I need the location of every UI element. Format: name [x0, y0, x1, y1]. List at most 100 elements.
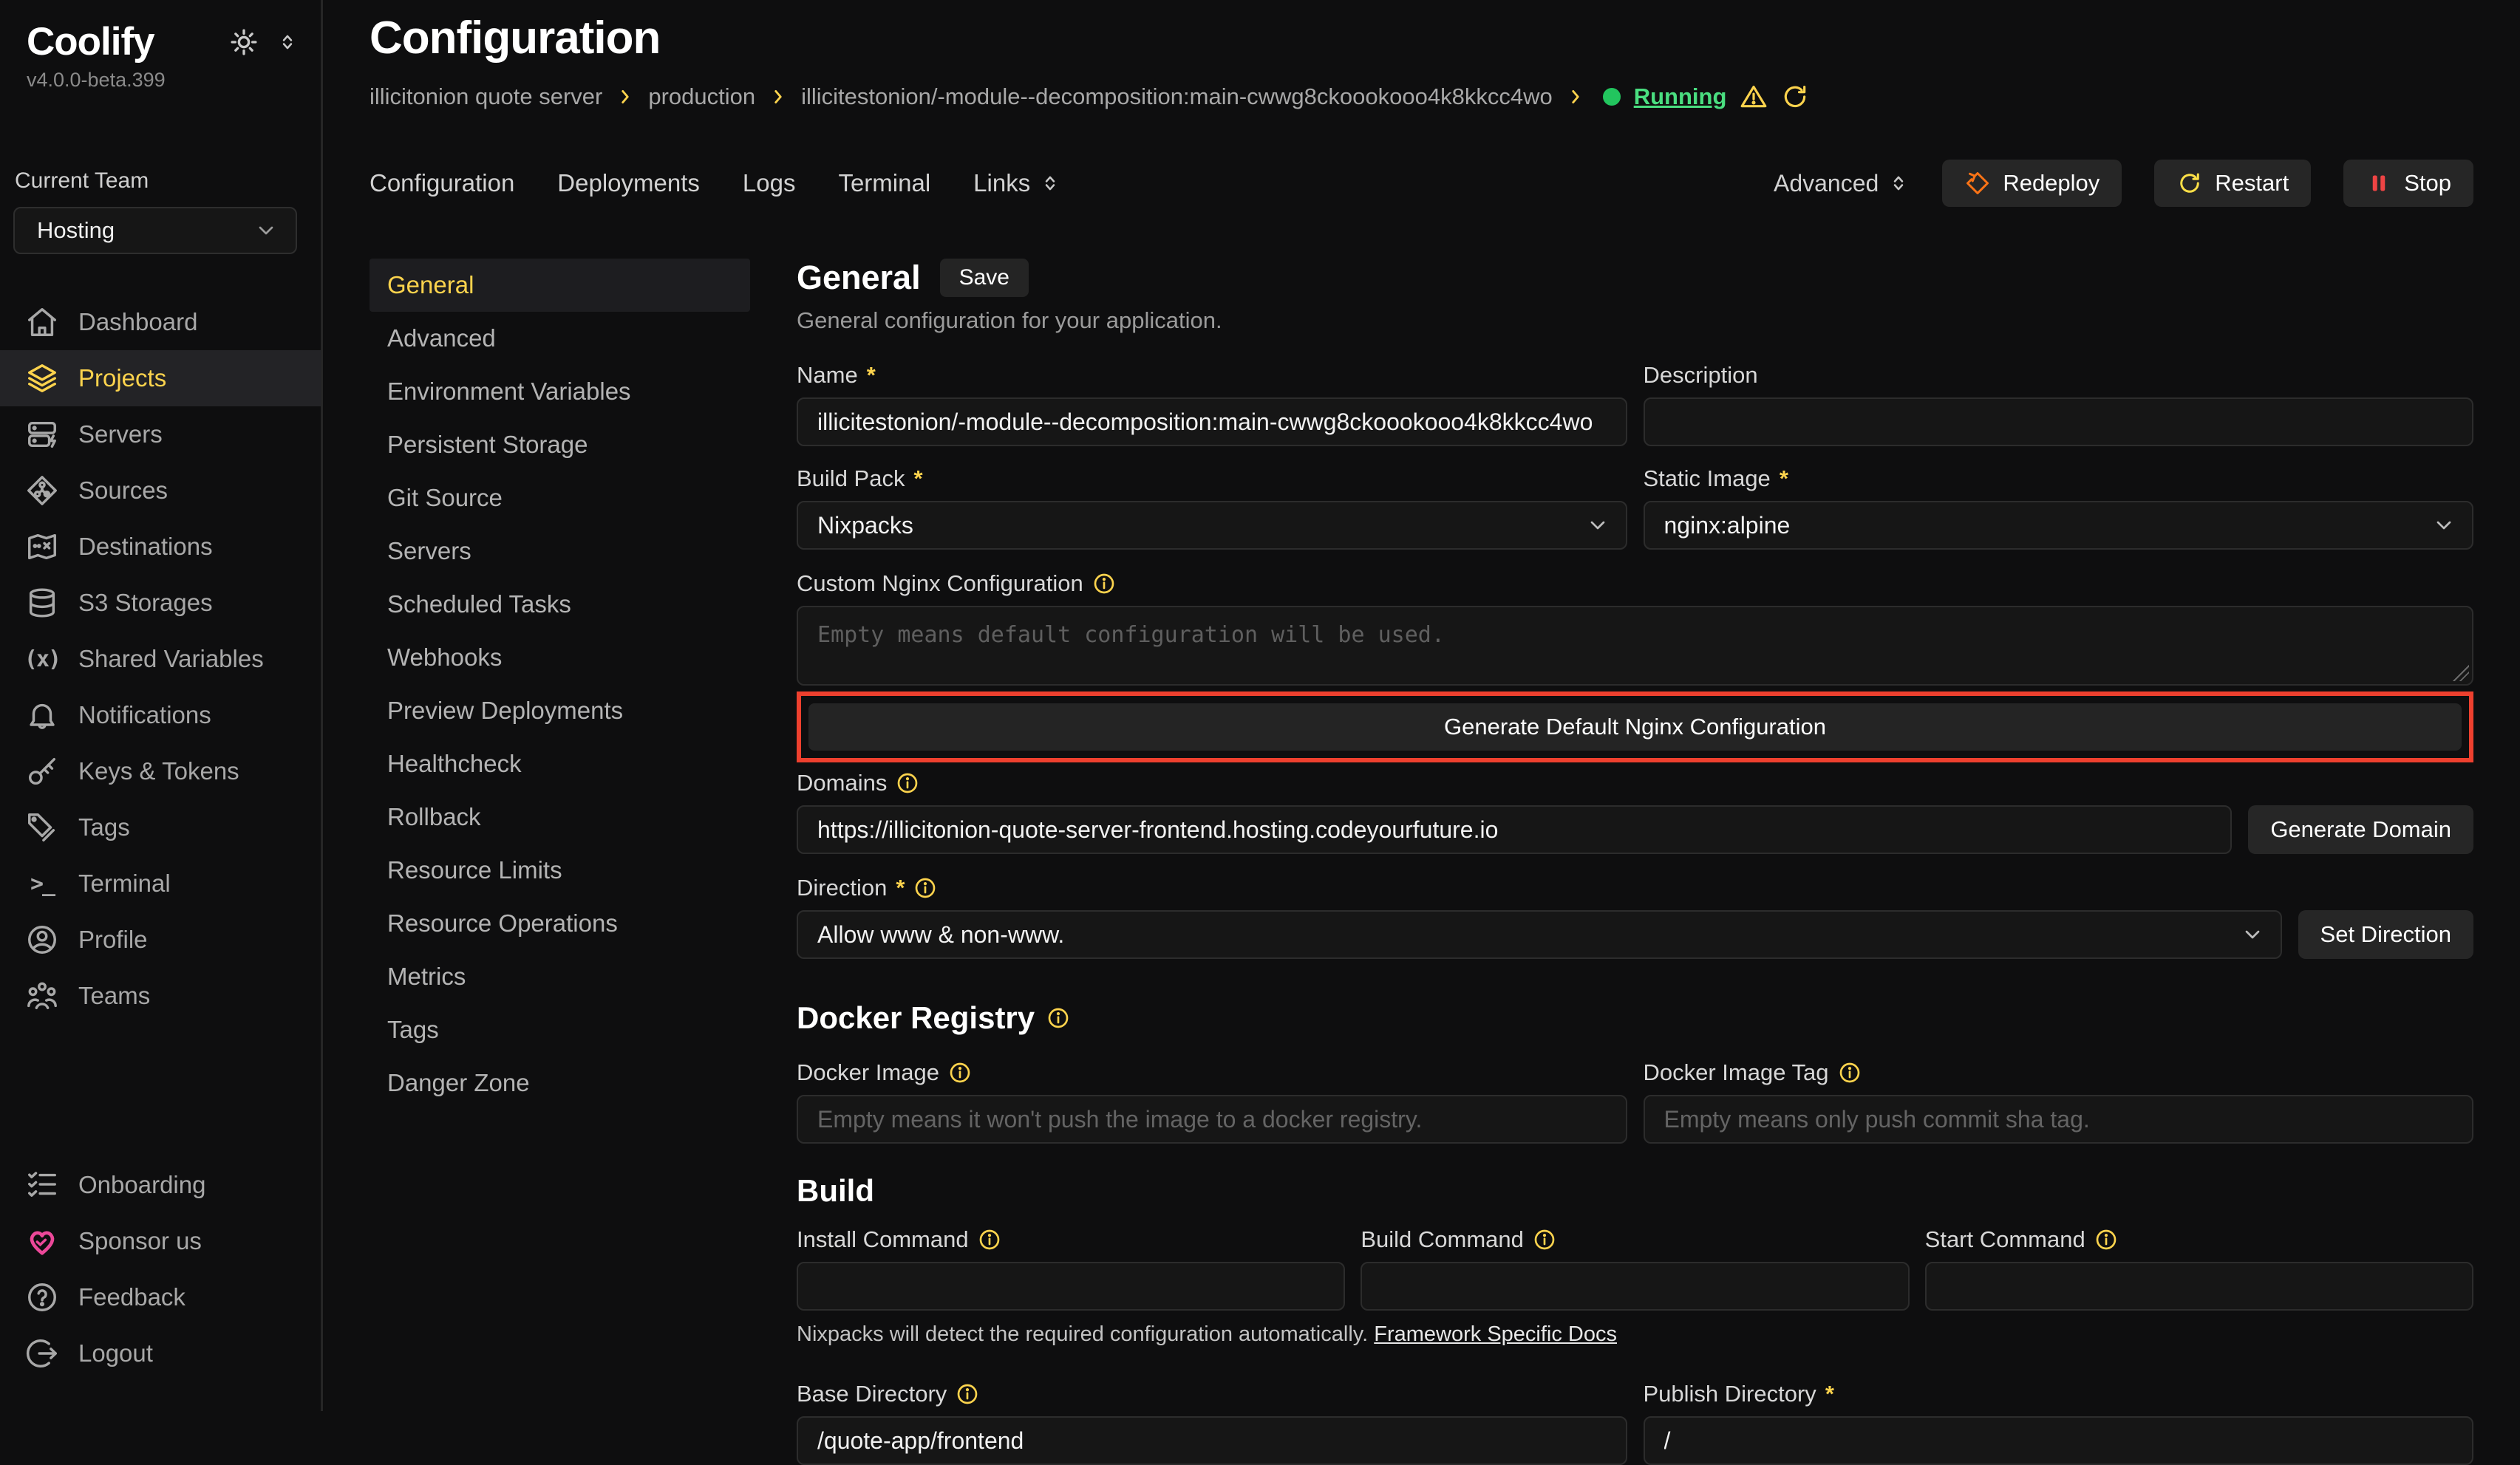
tab-deployments[interactable]: Deployments	[557, 169, 700, 197]
generate-default-nginx-button[interactable]: Generate Default Nginx Configuration	[808, 703, 2462, 751]
sun-icon[interactable]	[229, 27, 259, 57]
subnav-persistent-storage[interactable]: Persistent Storage	[370, 418, 750, 471]
subnav-metrics[interactable]: Metrics	[370, 950, 750, 1003]
tab-links-label: Links	[973, 169, 1030, 197]
teams-icon	[25, 979, 59, 1013]
info-icon[interactable]	[1533, 1228, 1556, 1251]
app-window: Coolify v4.0.0-beta.399 Current Team Hos…	[0, 0, 2520, 1411]
subnav-scheduled-tasks[interactable]: Scheduled Tasks	[370, 578, 750, 631]
info-icon[interactable]	[1838, 1061, 1862, 1085]
info-icon[interactable]	[978, 1228, 1001, 1251]
subnav-general[interactable]: General	[370, 259, 750, 312]
sidebar-item-projects[interactable]: Projects	[0, 350, 321, 406]
click-highlight-box: Generate Default Nginx Configuration	[797, 691, 2473, 762]
framework-docs-link[interactable]: Framework Specific Docs	[1374, 1322, 1617, 1346]
sidebar-item-keys-tokens[interactable]: Keys & Tokens	[0, 743, 321, 799]
sidebar-item-label: Keys & Tokens	[78, 757, 239, 785]
sidebar-item-teams[interactable]: Teams	[0, 968, 321, 1024]
sidebar-item-notifications[interactable]: Notifications	[0, 687, 321, 743]
breadcrumb-project[interactable]: illicitonion quote server	[370, 83, 602, 110]
description-input[interactable]	[1644, 397, 2474, 446]
breadcrumb-application[interactable]: illicitestonion/-module--decomposition:m…	[801, 83, 1553, 110]
subnav-advanced[interactable]: Advanced	[370, 312, 750, 365]
subnav-preview-deployments[interactable]: Preview Deployments	[370, 684, 750, 737]
docker-image-tag-input[interactable]	[1644, 1095, 2474, 1144]
stop-button[interactable]: Stop	[2343, 160, 2473, 207]
section-subtitle: General configuration for your applicati…	[797, 307, 2473, 334]
sidebar-item-servers[interactable]: Servers	[0, 406, 321, 462]
install-command-input[interactable]	[797, 1262, 1345, 1311]
warning-triangle-icon[interactable]	[1740, 83, 1768, 111]
required-marker: *	[1825, 1381, 1834, 1407]
subnav-rollback[interactable]: Rollback	[370, 790, 750, 844]
sidebar-item-tags[interactable]: Tags	[0, 799, 321, 856]
app-logo: Coolify	[27, 19, 154, 64]
subnav-danger-zone[interactable]: Danger Zone	[370, 1056, 750, 1110]
sidebar-item-label: Onboarding	[78, 1171, 205, 1199]
publish-directory-input[interactable]	[1644, 1416, 2474, 1465]
tab-logs[interactable]: Logs	[743, 169, 796, 197]
direction-select[interactable]: Allow www & non-www.	[797, 910, 2282, 959]
info-icon[interactable]	[1046, 1006, 1070, 1030]
subnav-resource-operations[interactable]: Resource Operations	[370, 897, 750, 950]
breadcrumb-environment[interactable]: production	[648, 83, 755, 110]
sidebar-item-profile[interactable]: Profile	[0, 912, 321, 968]
tab-terminal[interactable]: Terminal	[838, 169, 930, 197]
sidebar-item-terminal[interactable]: >_ Terminal	[0, 856, 321, 912]
variables-icon: (x)	[25, 642, 59, 676]
subnav-healthcheck[interactable]: Healthcheck	[370, 737, 750, 790]
refresh-icon[interactable]	[1781, 83, 1809, 111]
theme-updown-icon[interactable]	[276, 31, 299, 53]
subnav-webhooks[interactable]: Webhooks	[370, 631, 750, 684]
tabbar: Configuration Deployments Logs Terminal …	[370, 160, 2473, 207]
current-team-label: Current Team	[15, 168, 321, 194]
base-directory-input[interactable]	[797, 1416, 1627, 1465]
sidebar-item-dashboard[interactable]: Dashboard	[0, 294, 321, 350]
sidebar-item-destinations[interactable]: Destinations	[0, 519, 321, 575]
textarea-resize-handle[interactable]	[2453, 665, 2469, 681]
sidebar-item-sources[interactable]: Sources	[0, 462, 321, 519]
build-pack-select[interactable]: Nixpacks	[797, 501, 1627, 550]
subnav-git-source[interactable]: Git Source	[370, 471, 750, 525]
info-icon[interactable]	[956, 1382, 979, 1406]
tab-links[interactable]: Links	[973, 169, 1061, 197]
info-icon[interactable]	[2094, 1228, 2118, 1251]
profile-icon	[25, 923, 59, 957]
restart-button[interactable]: Restart	[2154, 160, 2311, 207]
sidebar-item-onboarding[interactable]: Onboarding	[0, 1157, 321, 1213]
subnav-servers[interactable]: Servers	[370, 525, 750, 578]
sidebar-item-sponsor-us[interactable]: Sponsor us	[0, 1213, 321, 1269]
sidebar-item-shared-variables[interactable]: (x) Shared Variables	[0, 631, 321, 687]
status-running-link[interactable]: Running	[1634, 83, 1727, 110]
info-icon[interactable]	[1092, 572, 1116, 595]
start-command-input[interactable]	[1925, 1262, 2473, 1311]
tab-configuration[interactable]: Configuration	[370, 169, 514, 197]
name-input[interactable]	[797, 397, 1627, 446]
sidebar-item-logout[interactable]: Logout	[0, 1325, 321, 1382]
generate-domain-button[interactable]: Generate Domain	[2248, 805, 2473, 854]
advanced-dropdown[interactable]: Advanced	[1774, 170, 1910, 197]
sidebar-item-feedback[interactable]: Feedback	[0, 1269, 321, 1325]
set-direction-button[interactable]: Set Direction	[2298, 910, 2473, 959]
custom-nginx-textarea[interactable]	[797, 606, 2473, 686]
domains-input[interactable]	[797, 805, 2232, 854]
direction-value: Allow www & non-www.	[817, 921, 1064, 949]
sidebar: Coolify v4.0.0-beta.399 Current Team Hos…	[0, 0, 323, 1411]
subnav-environment-variables[interactable]: Environment Variables	[370, 365, 750, 418]
sidebar-item-s3-storages[interactable]: S3 Storages	[0, 575, 321, 631]
subnav-tags[interactable]: Tags	[370, 1003, 750, 1056]
sidebar-item-label: Teams	[78, 982, 150, 1010]
info-icon[interactable]	[948, 1061, 972, 1085]
docker-image-input[interactable]	[797, 1095, 1627, 1144]
static-image-select[interactable]: nginx:alpine	[1644, 501, 2474, 550]
redeploy-button[interactable]: Redeploy	[1942, 160, 2122, 207]
subnav-resource-limits[interactable]: Resource Limits	[370, 844, 750, 897]
publish-directory-label: Publish Directory	[1644, 1381, 1816, 1407]
map-icon	[25, 530, 59, 564]
info-icon[interactable]	[913, 876, 937, 900]
info-icon[interactable]	[896, 771, 919, 795]
base-directory-label: Base Directory	[797, 1381, 947, 1407]
build-command-input[interactable]	[1361, 1262, 1909, 1311]
team-select[interactable]: Hosting	[13, 207, 297, 254]
save-button[interactable]: Save	[940, 259, 1029, 297]
